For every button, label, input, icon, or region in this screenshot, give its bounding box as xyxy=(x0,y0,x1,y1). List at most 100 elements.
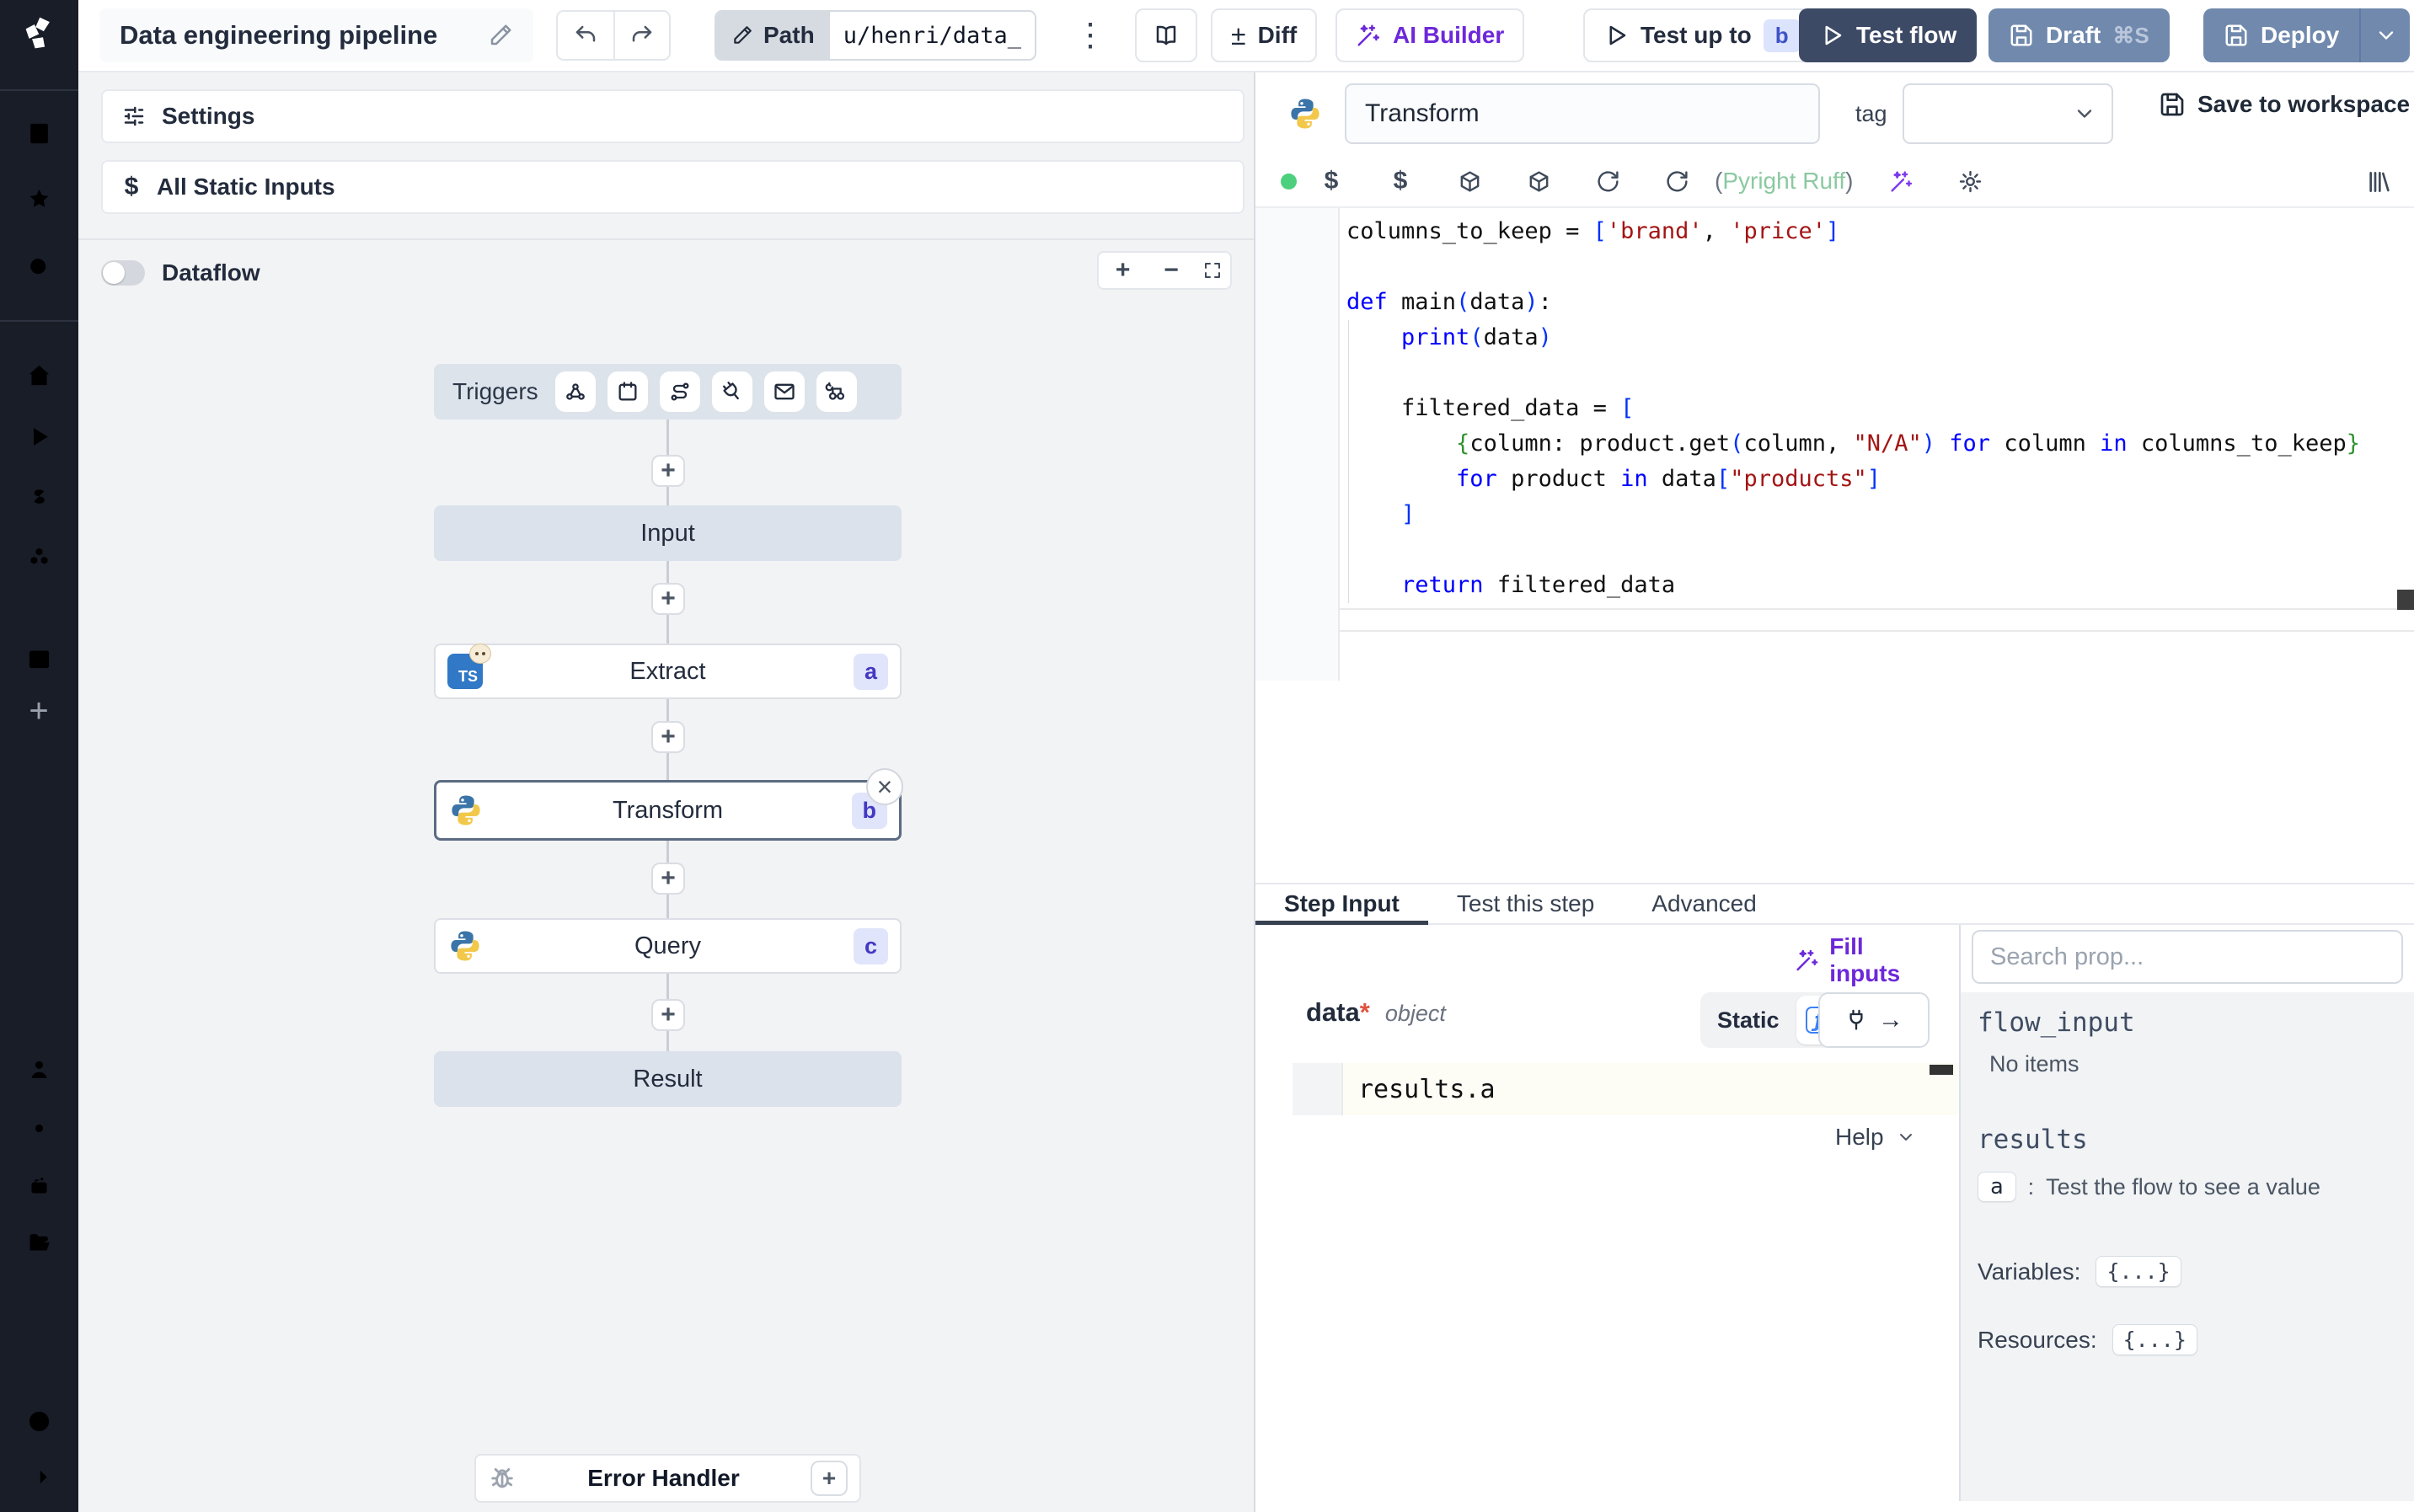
add-step-button[interactable]: + xyxy=(651,455,685,487)
results-key[interactable]: results xyxy=(1978,1125,2397,1155)
save-to-workspace-button[interactable]: Save to workspace xyxy=(2159,91,2410,118)
deploy-button[interactable]: Deploy xyxy=(2203,8,2411,62)
schedule-trigger-button[interactable] xyxy=(607,371,648,412)
triggers-bar[interactable]: Triggers xyxy=(434,364,902,419)
help-icon[interactable] xyxy=(26,1408,52,1435)
workers-robot-icon[interactable] xyxy=(26,1173,52,1199)
expression-editor[interactable]: results.a xyxy=(1293,1063,1958,1115)
add-error-handler-button[interactable]: + xyxy=(811,1461,848,1496)
extract-step-node[interactable]: TS Extract a xyxy=(434,644,902,699)
test-up-to-button[interactable]: Test up to b xyxy=(1583,8,1821,62)
error-handler-node[interactable]: Error Handler + xyxy=(474,1454,861,1503)
remove-step-button[interactable]: × xyxy=(866,768,903,805)
settings-gear-icon[interactable] xyxy=(26,1115,52,1141)
reload-button[interactable] xyxy=(1573,169,1642,194)
folders-icon[interactable] xyxy=(26,1230,52,1256)
query-step-node[interactable]: Query c xyxy=(434,918,902,974)
editor-toolbar: $ $ ( Pyright Ruff ) xyxy=(1255,156,2414,208)
search-prop-input[interactable]: Search prop... xyxy=(1972,930,2403,984)
expression-scrollbar[interactable] xyxy=(1930,1065,1953,1075)
code-content[interactable]: columns_to_keep = ['brand', 'price'] def… xyxy=(1346,214,2360,603)
windmill-logo-icon[interactable] xyxy=(18,12,60,54)
diff-button[interactable]: ± Diff xyxy=(1211,8,1318,62)
resources-row[interactable]: Resources: {...} xyxy=(1978,1324,2397,1355)
draft-button[interactable]: Draft ⌘S xyxy=(1988,8,2170,62)
expand-arrow-icon[interactable] xyxy=(26,1464,52,1490)
schedules-calendar-icon[interactable] xyxy=(26,645,52,671)
home-icon[interactable] xyxy=(26,362,52,388)
chevron-down-icon[interactable] xyxy=(2374,24,2398,47)
zoom-in-button[interactable]: + xyxy=(1106,256,1140,285)
expression-value[interactable]: results.a xyxy=(1343,1063,1496,1115)
add-plus-icon[interactable]: + xyxy=(24,694,54,728)
users-icon[interactable] xyxy=(26,1056,52,1082)
connect-input-button[interactable]: → xyxy=(1818,992,1930,1048)
result-entry[interactable]: a : Test the flow to see a value xyxy=(1978,1172,2397,1202)
route-trigger-button[interactable] xyxy=(659,371,700,412)
reload-button[interactable] xyxy=(1642,169,1711,194)
email-trigger-button[interactable] xyxy=(763,371,805,412)
workspace-icon[interactable] xyxy=(26,120,52,147)
variables-value-badge[interactable]: {...} xyxy=(2096,1256,2181,1287)
tab-step-input[interactable]: Step Input xyxy=(1255,884,1428,925)
add-step-button[interactable]: + xyxy=(651,863,685,895)
flow-settings-button[interactable]: Settings xyxy=(101,89,1244,143)
add-step-button[interactable]: + xyxy=(651,999,685,1031)
undo-button[interactable] xyxy=(558,12,613,59)
arrow-right-icon: → xyxy=(1878,1006,1903,1034)
test-flow-label: Test flow xyxy=(1856,22,1957,48)
path-chip[interactable]: Path u/henri/data_ xyxy=(715,10,1037,61)
resources-boxes-icon[interactable] xyxy=(26,545,52,571)
websocket-trigger-button[interactable] xyxy=(711,371,752,412)
tag-select[interactable] xyxy=(1903,83,2113,144)
zoom-out-button[interactable]: − xyxy=(1154,256,1188,285)
fit-view-button[interactable] xyxy=(1202,260,1223,280)
code-line: ] xyxy=(1401,501,1416,527)
favorites-star-icon[interactable] xyxy=(26,186,52,212)
search-icon[interactable] xyxy=(26,254,52,280)
dataflow-toggle[interactable] xyxy=(101,260,145,286)
input-node[interactable]: Input xyxy=(434,505,902,561)
redo-button[interactable] xyxy=(613,12,669,59)
test-flow-button[interactable]: Test flow xyxy=(1799,8,1978,62)
plug-icon xyxy=(1849,1009,1863,1030)
editor-footer-band xyxy=(1340,610,2414,632)
audit-logs-list-icon[interactable] xyxy=(26,1286,52,1312)
all-static-inputs-button[interactable]: $ All Static Inputs xyxy=(101,160,1244,214)
webhook-trigger-button[interactable] xyxy=(554,371,596,412)
tab-test-this-step[interactable]: Test this step xyxy=(1428,884,1623,923)
flow-input-key[interactable]: flow_input xyxy=(1978,1007,2397,1038)
help-toggle[interactable]: Help xyxy=(1835,1124,1916,1151)
path-value-box[interactable]: u/henri/data_ xyxy=(829,12,1036,59)
panel-divider[interactable] xyxy=(1254,72,1255,1512)
left-sidebar: + xyxy=(0,0,78,1512)
add-step-button[interactable]: + xyxy=(651,721,685,753)
code-editor[interactable]: columns_to_keep = ['brand', 'price'] def… xyxy=(1255,208,2414,681)
transform-step-node[interactable]: Transform b xyxy=(434,780,902,841)
ai-builder-button[interactable]: AI Builder xyxy=(1335,8,1525,62)
more-options-kebab-icon[interactable]: ⋮ xyxy=(1071,15,1110,56)
variables-row[interactable]: Variables: {...} xyxy=(1978,1256,2397,1287)
fill-inputs-button[interactable]: Fill inputs xyxy=(1795,933,1938,987)
editor-settings-button[interactable] xyxy=(1935,169,2005,194)
result-node[interactable]: Result xyxy=(434,1051,902,1107)
docs-button[interactable] xyxy=(1135,8,1197,62)
step-name-input[interactable]: Transform xyxy=(1345,83,1820,144)
package-button[interactable] xyxy=(1504,169,1573,194)
runs-play-icon[interactable] xyxy=(26,424,52,450)
editor-scrollbar-handle[interactable] xyxy=(2397,590,2414,610)
variable-picker-button[interactable]: $ xyxy=(1297,167,1366,195)
result-key-badge[interactable]: a xyxy=(1978,1172,2016,1202)
static-mode-label[interactable]: Static xyxy=(1717,1007,1780,1034)
edit-title-pencil-icon[interactable] xyxy=(488,23,513,48)
tab-advanced[interactable]: Advanced xyxy=(1623,884,1785,923)
resources-value-badge[interactable]: {...} xyxy=(2112,1324,2197,1355)
package-button[interactable] xyxy=(1435,169,1504,194)
add-step-button[interactable]: + xyxy=(651,583,685,615)
library-icon[interactable] xyxy=(2365,168,2392,195)
resource-picker-button[interactable]: $ xyxy=(1366,167,1435,195)
poll-trigger-button[interactable] xyxy=(816,371,857,412)
variables-dollar-icon[interactable] xyxy=(26,484,52,510)
no-items-label: No items xyxy=(1989,1051,2079,1077)
ai-assistant-button[interactable] xyxy=(1866,169,1935,194)
